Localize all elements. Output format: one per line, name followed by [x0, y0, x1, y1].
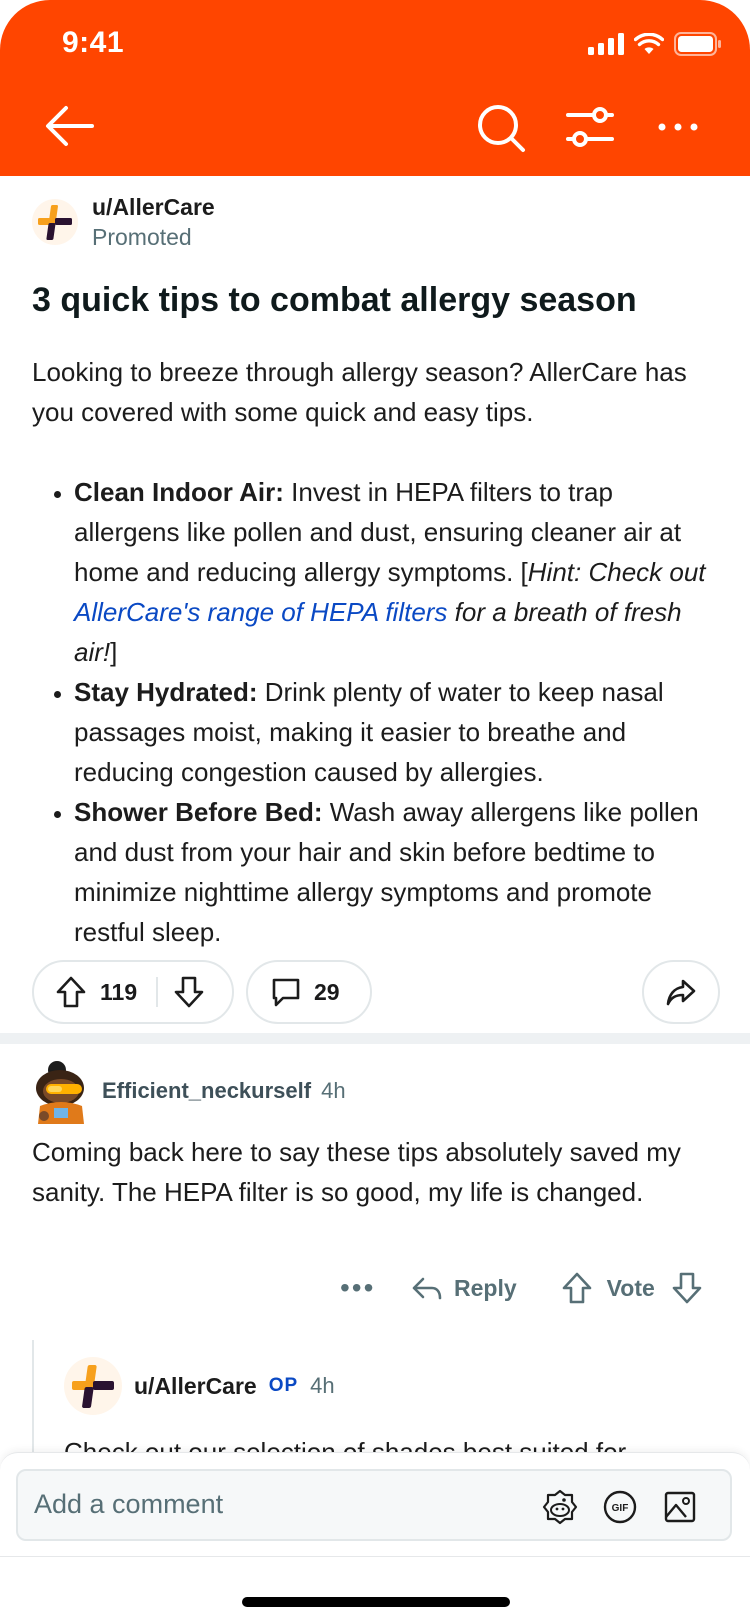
image-upload-icon[interactable]: [662, 1489, 698, 1525]
vote-separator: [156, 977, 158, 1007]
status-time: 9:41: [62, 26, 125, 59]
composer-divider: [0, 1556, 750, 1557]
battery-icon: [674, 32, 721, 56]
op-badge: OP: [268, 1375, 299, 1396]
post-body: Looking to breeze through allergy season…: [32, 352, 724, 952]
search-icon[interactable]: [476, 103, 526, 153]
wifi-icon: [634, 33, 664, 54]
post-author-name[interactable]: u/AllerCare: [92, 192, 215, 222]
upvote-arrow-icon[interactable]: [54, 975, 88, 1009]
thread-line[interactable]: [32, 1340, 34, 1460]
back-arrow-icon[interactable]: [44, 104, 96, 148]
allercare-logo-icon: [38, 205, 72, 240]
post-title: 3 quick tips to combat allergy season: [32, 281, 637, 319]
cellular-signal-icon: [588, 33, 624, 55]
reply-button[interactable]: Reply: [454, 1275, 517, 1302]
downvote-arrow-icon[interactable]: [172, 975, 206, 1009]
comment: Efficient_neckurself 4h Coming back here…: [32, 1058, 722, 1207]
tip-item: Clean Indoor Air: Invest in HEPA filters…: [74, 472, 724, 672]
promoted-label: Promoted: [92, 224, 192, 250]
vote-label: Vote: [606, 1274, 655, 1301]
tip-heading: Stay Hydrated:: [74, 677, 258, 707]
tip-heading: Clean Indoor Air:: [74, 477, 284, 507]
home-indicator[interactable]: [242, 1597, 510, 1607]
vote-pill: 119: [32, 960, 234, 1024]
comment-input[interactable]: Add a comment GIF: [16, 1469, 732, 1541]
comment-text: Coming back here to say these tips absol…: [32, 1137, 681, 1207]
user-avatar-snoo[interactable]: [32, 1058, 90, 1124]
reply-author[interactable]: u/AllerCare: [134, 1373, 257, 1400]
reply-timestamp: 4h: [310, 1373, 335, 1398]
brand-avatar[interactable]: [32, 199, 78, 245]
comment-placeholder: Add a comment: [34, 1489, 224, 1519]
comment-actions: ••• Reply Vote: [340, 1268, 703, 1308]
gif-icon[interactable]: GIF: [602, 1489, 638, 1525]
filter-sliders-icon[interactable]: [566, 105, 614, 149]
hint-prefix: Hint: Check out: [527, 557, 706, 587]
comment-author[interactable]: Efficient_neckurself: [102, 1078, 311, 1104]
tip-item: Shower Before Bed: Wash away allergens l…: [74, 792, 724, 952]
share-arrow-icon: [666, 979, 696, 1006]
section-divider: [0, 1033, 750, 1044]
tips-list: Clean Indoor Air: Invest in HEPA filters…: [32, 472, 724, 952]
more-options-icon[interactable]: [656, 112, 700, 142]
app-header: 9:41: [0, 0, 750, 176]
post-intro: Looking to breeze through allergy season…: [32, 357, 687, 427]
post-actions: 119 29: [32, 960, 720, 1024]
share-button[interactable]: [642, 960, 720, 1024]
comment-timestamp: 4h: [321, 1078, 346, 1103]
hepa-filters-link[interactable]: AllerCare's range of HEPA filters: [74, 597, 447, 627]
comments-button[interactable]: 29: [246, 960, 372, 1024]
upvote-count: 119: [100, 978, 138, 1005]
allercare-logo-icon: [72, 1365, 114, 1408]
post-author-row[interactable]: u/AllerCare Promoted: [32, 192, 215, 252]
comment-more-button[interactable]: •••: [340, 1272, 380, 1304]
brand-avatar[interactable]: [64, 1357, 122, 1415]
tip-closing: ]: [110, 637, 118, 667]
tip-heading: Shower Before Bed:: [74, 797, 323, 827]
reply-arrow-icon[interactable]: [410, 1271, 444, 1305]
comment-bubble-icon: [272, 978, 300, 1007]
comment-count: 29: [314, 978, 340, 1005]
comment-downvote-icon[interactable]: [671, 1271, 703, 1305]
svg-text:GIF: GIF: [612, 1503, 629, 1514]
comment-upvote-icon[interactable]: [561, 1271, 593, 1305]
tip-item: Stay Hydrated: Drink plenty of water to …: [74, 672, 724, 792]
status-icons: [588, 32, 722, 56]
snoo-emoji-icon[interactable]: [542, 1489, 578, 1525]
